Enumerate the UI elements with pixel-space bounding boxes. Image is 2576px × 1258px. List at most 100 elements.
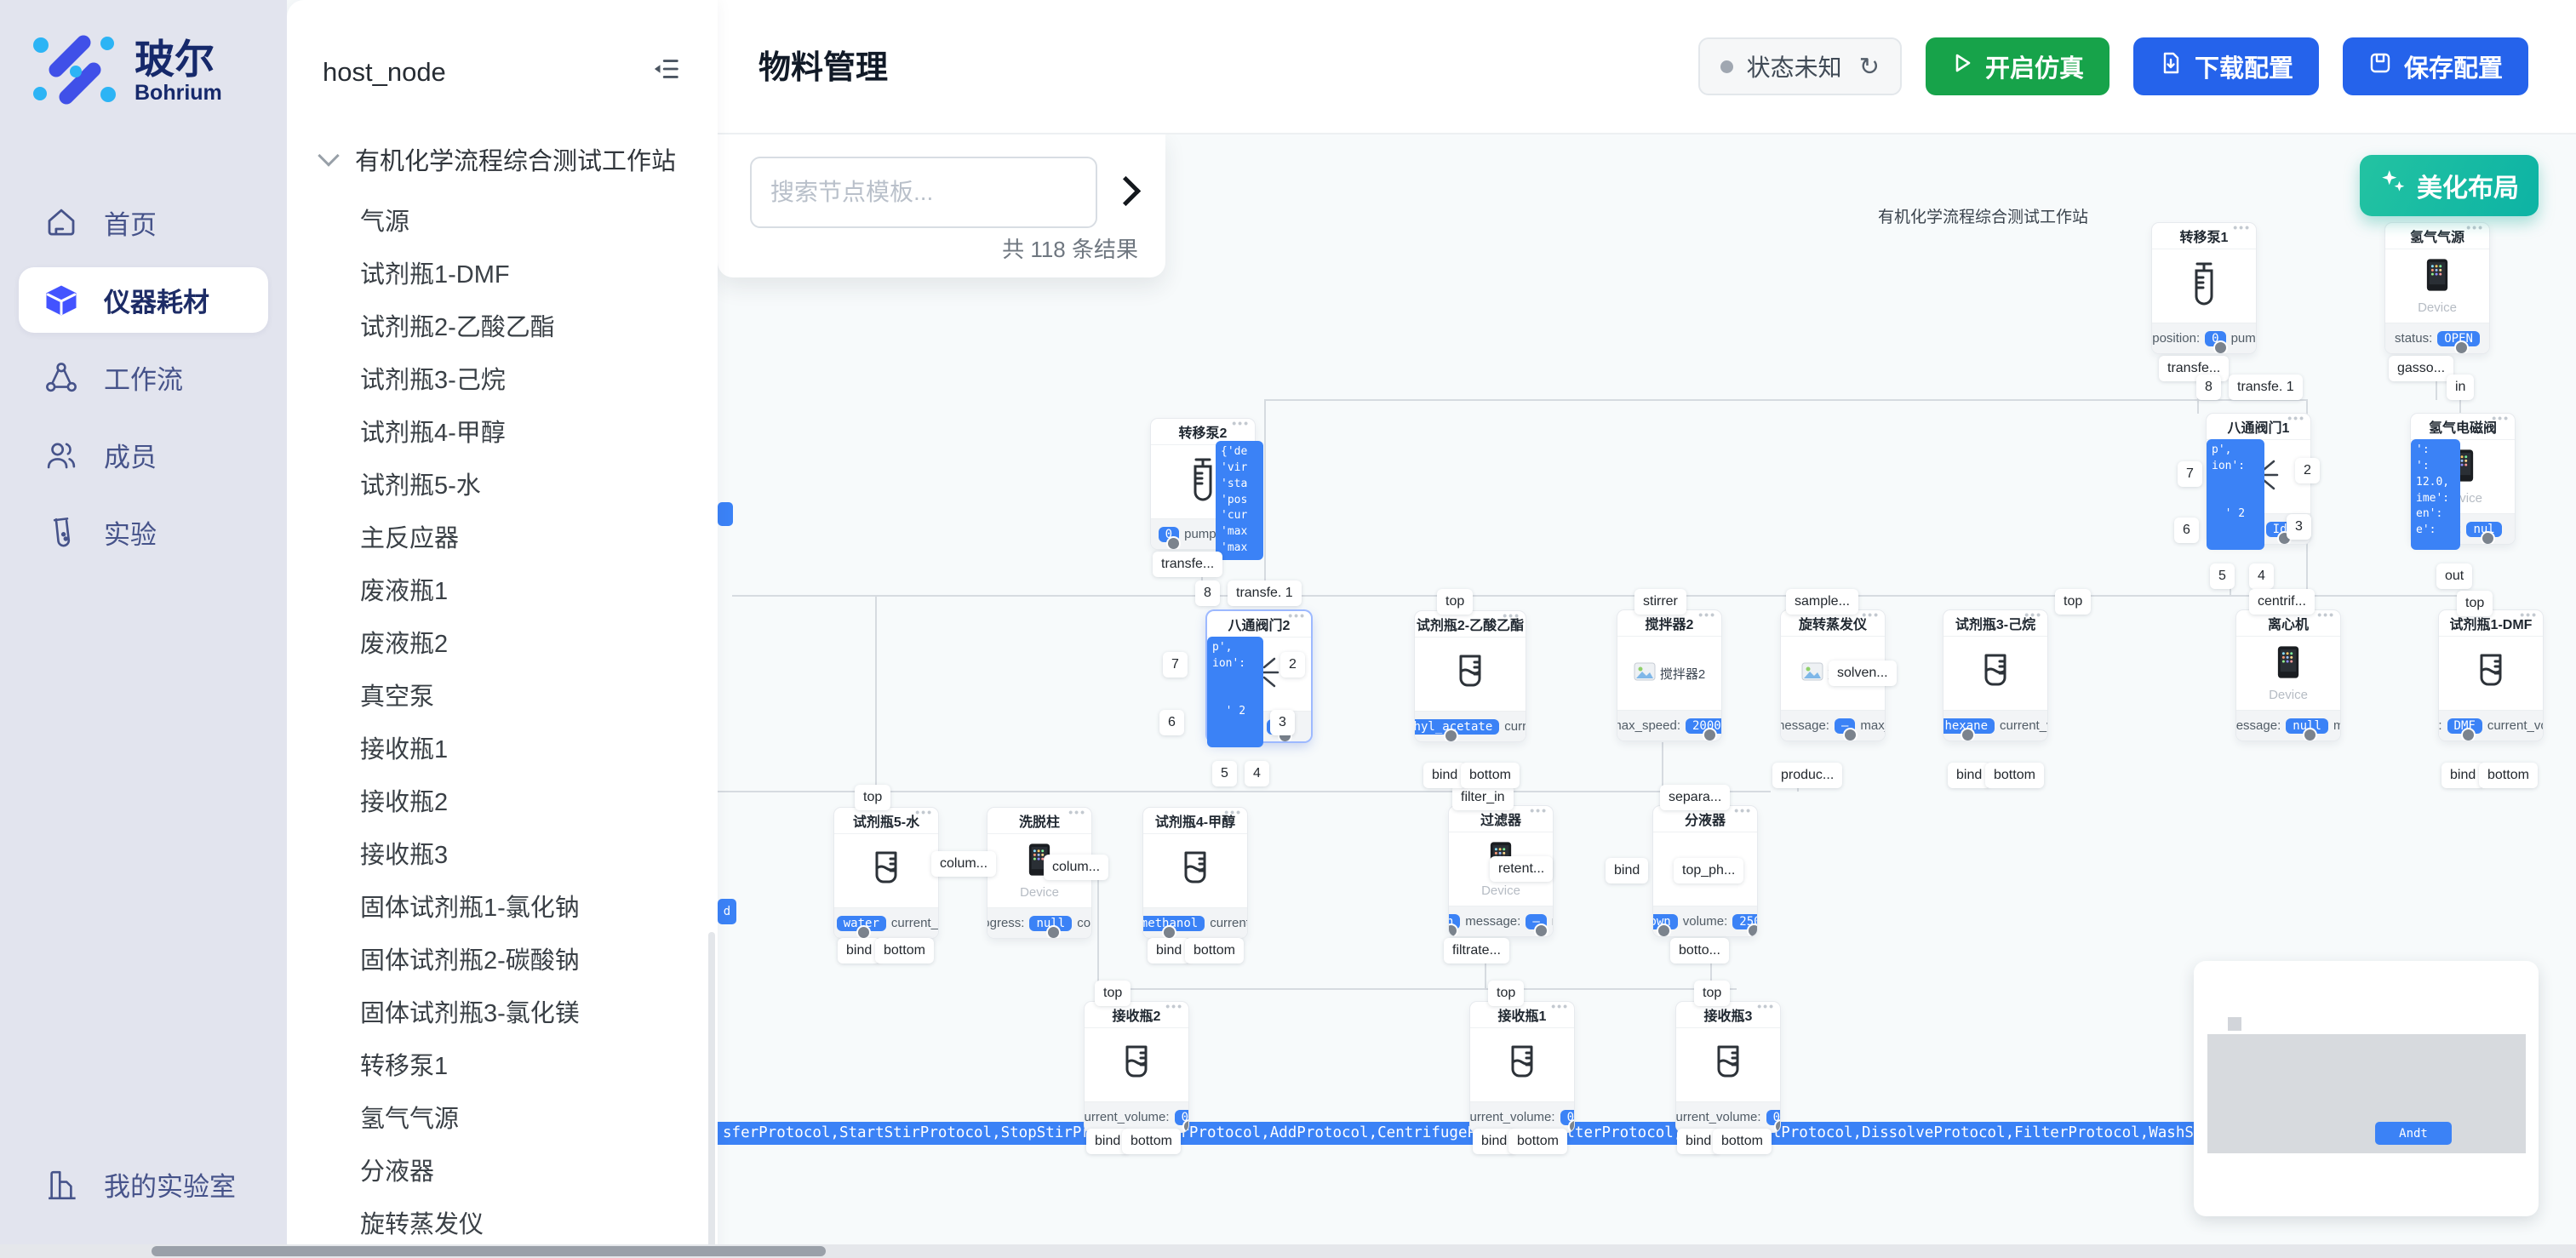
node-menu-icon[interactable]: ••• (1757, 1002, 1775, 1013)
graph-node[interactable]: 搅拌器2•••搅拌器2max_speed:2000 (1617, 610, 1721, 741)
graph-node[interactable]: 接收瓶3•••current_volume:0 (1676, 1002, 1780, 1132)
graph-node[interactable]: 试剂瓶1-DMF•••e:DMFcurrent_vol (2439, 610, 2543, 741)
node-menu-icon[interactable]: ••• (1068, 808, 1086, 819)
tree-item[interactable]: 试剂瓶1-DMF (287, 249, 718, 301)
tree-item[interactable]: 主反应器 (287, 512, 718, 565)
search-input[interactable] (750, 157, 1097, 228)
node-menu-icon[interactable]: ••• (2233, 223, 2251, 234)
node-footer: ownvolume:250 (1653, 906, 1757, 936)
port-label: transfe. 1 (2229, 375, 2303, 400)
device-icon (2276, 644, 2300, 684)
sidebar-footer: 我的实验室 (0, 1140, 287, 1229)
graph-node[interactable]: 转移泵1•••position:0pum (2152, 223, 2256, 353)
node-menu-icon[interactable]: ••• (2287, 414, 2305, 425)
search-expand-icon[interactable] (1111, 176, 1141, 206)
node-menu-icon[interactable]: ••• (1530, 806, 1548, 817)
tree-item[interactable]: 废液瓶1 (287, 565, 718, 618)
tree-root-item[interactable]: 有机化学流程综合测试工作站 (287, 116, 718, 196)
tree-item[interactable]: 试剂瓶4-甲醇 (287, 407, 718, 460)
node-title: 转移泵2 (1179, 421, 1228, 442)
node-menu-icon[interactable]: ••• (2492, 414, 2510, 425)
minimap[interactable] (2194, 961, 2539, 1216)
save-icon (2368, 51, 2392, 82)
param-value-chip: 0 (2205, 331, 2225, 346)
sidebar-item[interactable]: 仪器耗材 (19, 267, 268, 333)
sidebar-item-my-lab[interactable]: 我的实验室 (19, 1152, 268, 1217)
node-menu-icon[interactable]: ••• (1232, 419, 1250, 430)
graph-node[interactable]: 转移泵2•••0pump_info:{'de 'vir 'sta 'pos 'c… (1151, 419, 1255, 549)
port-label: in (2447, 375, 2474, 400)
node-footer: position:0pum (2152, 323, 2256, 353)
sidebar-item[interactable]: 首页 (19, 190, 268, 255)
port-label: bottom (1985, 763, 2044, 788)
node-menu-icon[interactable]: ••• (1862, 610, 1880, 621)
tree-item[interactable]: 固体试剂瓶2-碳酸钠 (287, 935, 718, 987)
node-menu-icon[interactable]: ••• (1734, 806, 1752, 817)
node-menu-icon[interactable]: ••• (1224, 808, 1242, 819)
tree-item[interactable]: 气源 (287, 196, 718, 249)
node-menu-icon[interactable]: ••• (2024, 610, 2042, 621)
tree-item[interactable]: 固体试剂瓶3-氯化镁 (287, 987, 718, 1040)
port-label: top (2055, 589, 2091, 615)
node-footer: wnmessage:–ma (1449, 906, 1553, 936)
brand[interactable]: 玻尔 Bohrium (0, 0, 287, 152)
node-body-label: Device (1481, 883, 1520, 898)
graph-node[interactable]: 试剂瓶3-己烷•••hexanecurrent_v (1943, 610, 2047, 741)
sidebar-item[interactable]: 成员 (19, 422, 268, 488)
tree-item[interactable]: 试剂瓶2-乙酸乙酯 (287, 301, 718, 354)
sparkles-icon (2379, 169, 2407, 203)
minimap-viewport[interactable] (2207, 1034, 2526, 1153)
node-menu-icon[interactable]: ••• (1503, 611, 1520, 622)
graph-node[interactable]: 接收瓶1•••current_volume:0 (1470, 1002, 1574, 1132)
tree-item[interactable]: 氢气气源 (287, 1093, 718, 1146)
tree-item[interactable]: 试剂瓶5-水 (287, 460, 718, 512)
save-config-button[interactable]: 保存配置 (2343, 37, 2528, 95)
collapse-panel-icon[interactable] (653, 54, 682, 90)
start-simulation-button[interactable]: 开启仿真 (1926, 37, 2109, 95)
param-value-chip: 0 (1560, 1110, 1574, 1125)
node-menu-icon[interactable]: ••• (2520, 610, 2538, 621)
beaker-icon (1974, 650, 2017, 697)
tree-item[interactable]: 转移泵1 (287, 1040, 718, 1093)
status-badge[interactable]: 状态未知 ↻ (1698, 37, 1902, 95)
refresh-icon[interactable]: ↻ (1859, 52, 1880, 81)
clipped-chip-fragment: d (718, 899, 736, 924)
sidebar-item[interactable]: 实验 (19, 500, 268, 565)
sidebar-item[interactable]: 工作流 (19, 345, 268, 410)
sidebar-item-label: 工作流 (104, 358, 183, 397)
tree-item[interactable]: 旋转蒸发仪 (287, 1198, 718, 1251)
tree-item[interactable]: 固体试剂瓶1-氯化钠 (287, 882, 718, 935)
node-menu-icon[interactable]: ••• (2317, 610, 2335, 621)
param-value-chip: wn (1449, 914, 1460, 929)
tree-item[interactable]: 试剂瓶3-己烷 (287, 354, 718, 407)
download-config-button[interactable]: 下载配置 (2133, 37, 2319, 95)
node-menu-icon[interactable]: ••• (1551, 1002, 1569, 1013)
port-label: top (855, 785, 890, 810)
node-menu-icon[interactable]: ••• (1165, 1002, 1183, 1013)
node-menu-icon[interactable]: ••• (915, 808, 933, 819)
graph-node[interactable]: 试剂瓶2-乙酸乙酯•••hyl_acetatecurre (1415, 611, 1526, 741)
graph-node[interactable]: 试剂瓶5-水•••:watercurrent_v (834, 808, 938, 938)
node-menu-icon[interactable]: ••• (2466, 223, 2484, 234)
port-label: bottom (875, 938, 934, 964)
tree-item[interactable]: 真空泵 (287, 671, 718, 723)
param-label: colu (1077, 916, 1091, 930)
tree-item[interactable]: 接收瓶2 (287, 776, 718, 829)
node-menu-icon[interactable]: ••• (1698, 610, 1716, 621)
graph-node[interactable]: 接收瓶2•••current_volume:0 (1085, 1002, 1188, 1132)
tree-item[interactable]: 分液器 (287, 1146, 718, 1198)
beautify-layout-button[interactable]: 美化布局 (2360, 155, 2539, 216)
port-label: 2 (1280, 652, 1305, 678)
port-label: separa... (1660, 785, 1730, 810)
port-label: transfe... (1153, 552, 1222, 577)
tree-item[interactable]: 废液瓶2 (287, 618, 718, 671)
tree-scrollbar[interactable] (708, 932, 715, 1249)
graph-node[interactable]: 离心机•••Devicemessage:nullma (2236, 610, 2340, 741)
graph-node[interactable]: 试剂瓶4-甲醇•••methanolcurrent_ (1143, 808, 1247, 938)
tree-item[interactable]: 接收瓶3 (287, 829, 718, 882)
graph-node[interactable]: 氢气电磁阀•••Devicestatus:nul': ': 12.0, ime'… (2411, 414, 2515, 544)
node-menu-icon[interactable]: ••• (1288, 611, 1306, 622)
tree-item[interactable]: 接收瓶1 (287, 723, 718, 776)
horizontal-scrollbar-thumb[interactable] (152, 1246, 826, 1256)
graph-node[interactable]: 氢气气源•••Devicestatus:OPEN (2385, 223, 2489, 353)
